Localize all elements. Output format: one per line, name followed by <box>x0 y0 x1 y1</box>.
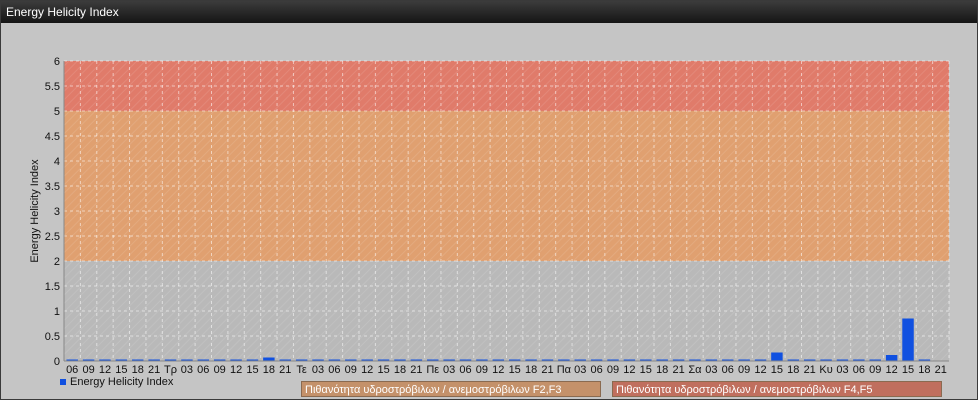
x-tick-label: 18 <box>787 364 799 376</box>
x-tick-label: 21 <box>148 364 160 376</box>
x-tick-label: 15 <box>640 364 652 376</box>
x-tick-label: 06 <box>459 364 471 376</box>
x-tick-label: 12 <box>754 364 766 376</box>
bar <box>263 357 275 361</box>
zone-legend-f2f3: Πιθανότητα υδροστρόβιλων / ανεμοστρόβιλω… <box>301 381 601 397</box>
x-tick-label: 15 <box>771 364 783 376</box>
x-tick-label: 18 <box>263 364 275 376</box>
y-tick-label: 5 <box>54 106 60 118</box>
x-tick-label: 18 <box>656 364 668 376</box>
series-swatch <box>60 379 66 385</box>
zone-legend-f4f5: Πιθανότητα υδροστρόβιλων / ανεμοστρόβιλω… <box>612 381 942 397</box>
energy-helicity-chart: 0 0.5 1 1.5 2 2.5 3 3.5 4 4.5 5 5.5 6 06 09 12 15 18 21 Τρ 0… <box>29 56 950 376</box>
y-tick-label: 1.5 <box>45 281 60 293</box>
x-tick-label: 06 <box>197 364 209 376</box>
y-axis-label: Energy Helicity Index <box>29 159 41 263</box>
chart-window: Energy Helicity Index 0 0.5 1 1.5 2 2.5 3 3.5 4 4… <box>0 0 978 400</box>
x-tick-label: 06 <box>66 364 78 376</box>
x-tick-label: 21 <box>672 364 684 376</box>
y-tick-label: 5.5 <box>45 81 60 93</box>
x-tick-label: 18 <box>394 364 406 376</box>
x-tick-label: 09 <box>82 364 94 376</box>
x-tick-label: 12 <box>492 364 504 376</box>
x-tick-label: Σα <box>688 364 702 376</box>
x-tick-label: 09 <box>476 364 488 376</box>
x-tick-label: Κυ <box>819 364 832 376</box>
y-tick-label: 3.5 <box>45 181 60 193</box>
series-legend-label: Energy Helicity Index <box>70 376 174 388</box>
y-tick-label: 2 <box>54 256 60 268</box>
x-tick-label: 03 <box>574 364 586 376</box>
x-tick-label: 12 <box>230 364 242 376</box>
x-tick-label: 03 <box>181 364 193 376</box>
y-tick-label: 0 <box>54 356 60 368</box>
x-tick-label: 21 <box>804 364 816 376</box>
series-legend: Energy Helicity Index <box>60 376 173 388</box>
y-tick-label: 4 <box>54 156 60 168</box>
x-tick-label: 12 <box>623 364 635 376</box>
x-tick-label: 21 <box>541 364 553 376</box>
x-tick-label: 15 <box>246 364 258 376</box>
x-tick-label: 21 <box>279 364 291 376</box>
x-tick-label: Τρ <box>164 364 177 376</box>
x-tick-label: 06 <box>853 364 865 376</box>
x-tick-label: 18 <box>132 364 144 376</box>
x-tick-label: 12 <box>886 364 898 376</box>
x-tick-label: 09 <box>214 364 226 376</box>
x-tick-label: 06 <box>722 364 734 376</box>
x-tick-label: 15 <box>902 364 914 376</box>
x-tick-label: 15 <box>509 364 521 376</box>
bar <box>771 352 783 361</box>
x-tick-label: 12 <box>99 364 111 376</box>
y-tick-label: 1 <box>54 306 60 318</box>
x-tick-label: 03 <box>443 364 455 376</box>
x-tick-label: Πα <box>557 364 572 376</box>
x-tick-label: 03 <box>312 364 324 376</box>
x-tick-label: 03 <box>836 364 848 376</box>
x-tick-label: 21 <box>410 364 422 376</box>
x-tick-label: 09 <box>345 364 357 376</box>
y-tick-label: 6 <box>54 56 60 68</box>
bar <box>885 355 898 361</box>
y-tick-label: 4.5 <box>45 131 60 143</box>
x-tick-label: 06 <box>591 364 603 376</box>
bar <box>902 318 914 361</box>
x-tick-label: 12 <box>361 364 373 376</box>
x-tick-label: 15 <box>377 364 389 376</box>
x-tick-label: 09 <box>738 364 750 376</box>
x-tick-label: Τε <box>296 364 307 376</box>
x-tick-label: 21 <box>935 364 947 376</box>
y-tick-label: 0.5 <box>45 331 60 343</box>
x-tick-label: Πε <box>426 364 439 376</box>
y-tick-label: 2.5 <box>45 231 60 243</box>
x-tick-label: 03 <box>705 364 717 376</box>
x-tick-label: 15 <box>115 364 127 376</box>
x-tick-label: 09 <box>869 364 881 376</box>
x-tick-label: 09 <box>607 364 619 376</box>
x-tick-label: 18 <box>918 364 930 376</box>
x-tick-label: 06 <box>328 364 340 376</box>
y-tick-label: 3 <box>54 206 60 218</box>
x-tick-label: 18 <box>525 364 537 376</box>
